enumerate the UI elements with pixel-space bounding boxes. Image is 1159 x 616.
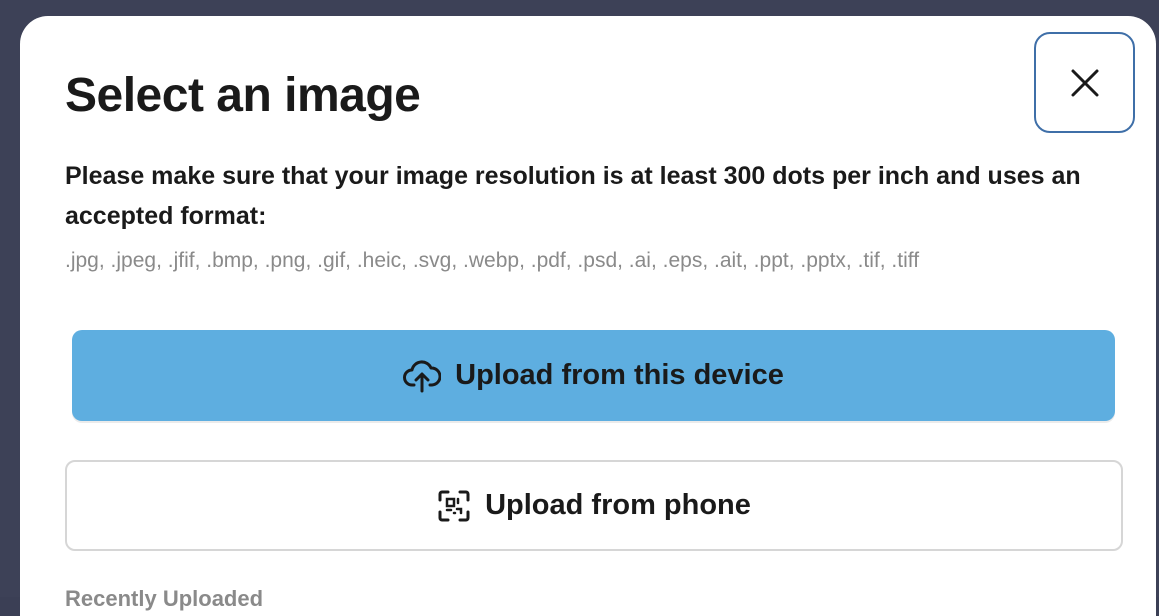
upload-from-device-label: Upload from this device xyxy=(455,359,784,391)
close-button[interactable] xyxy=(1034,32,1135,133)
resolution-instructions: Please make sure that your image resolut… xyxy=(65,162,1081,230)
upload-from-device-button[interactable]: Upload from this device xyxy=(72,330,1115,421)
dialog-title: Select an image xyxy=(65,69,421,122)
cloud-upload-icon xyxy=(403,359,442,393)
accepted-formats: .jpg, .jpeg, .jfif, .bmp, .png, .gif, .h… xyxy=(65,249,920,272)
recently-uploaded-heading: Recently Uploaded xyxy=(65,586,264,611)
qr-scan-icon xyxy=(437,489,471,523)
select-image-dialog: Select an image Please make sure that yo… xyxy=(20,16,1156,616)
close-icon xyxy=(1070,68,1100,98)
upload-from-phone-button[interactable]: Upload from phone xyxy=(65,460,1123,551)
upload-from-phone-label: Upload from phone xyxy=(485,489,751,521)
